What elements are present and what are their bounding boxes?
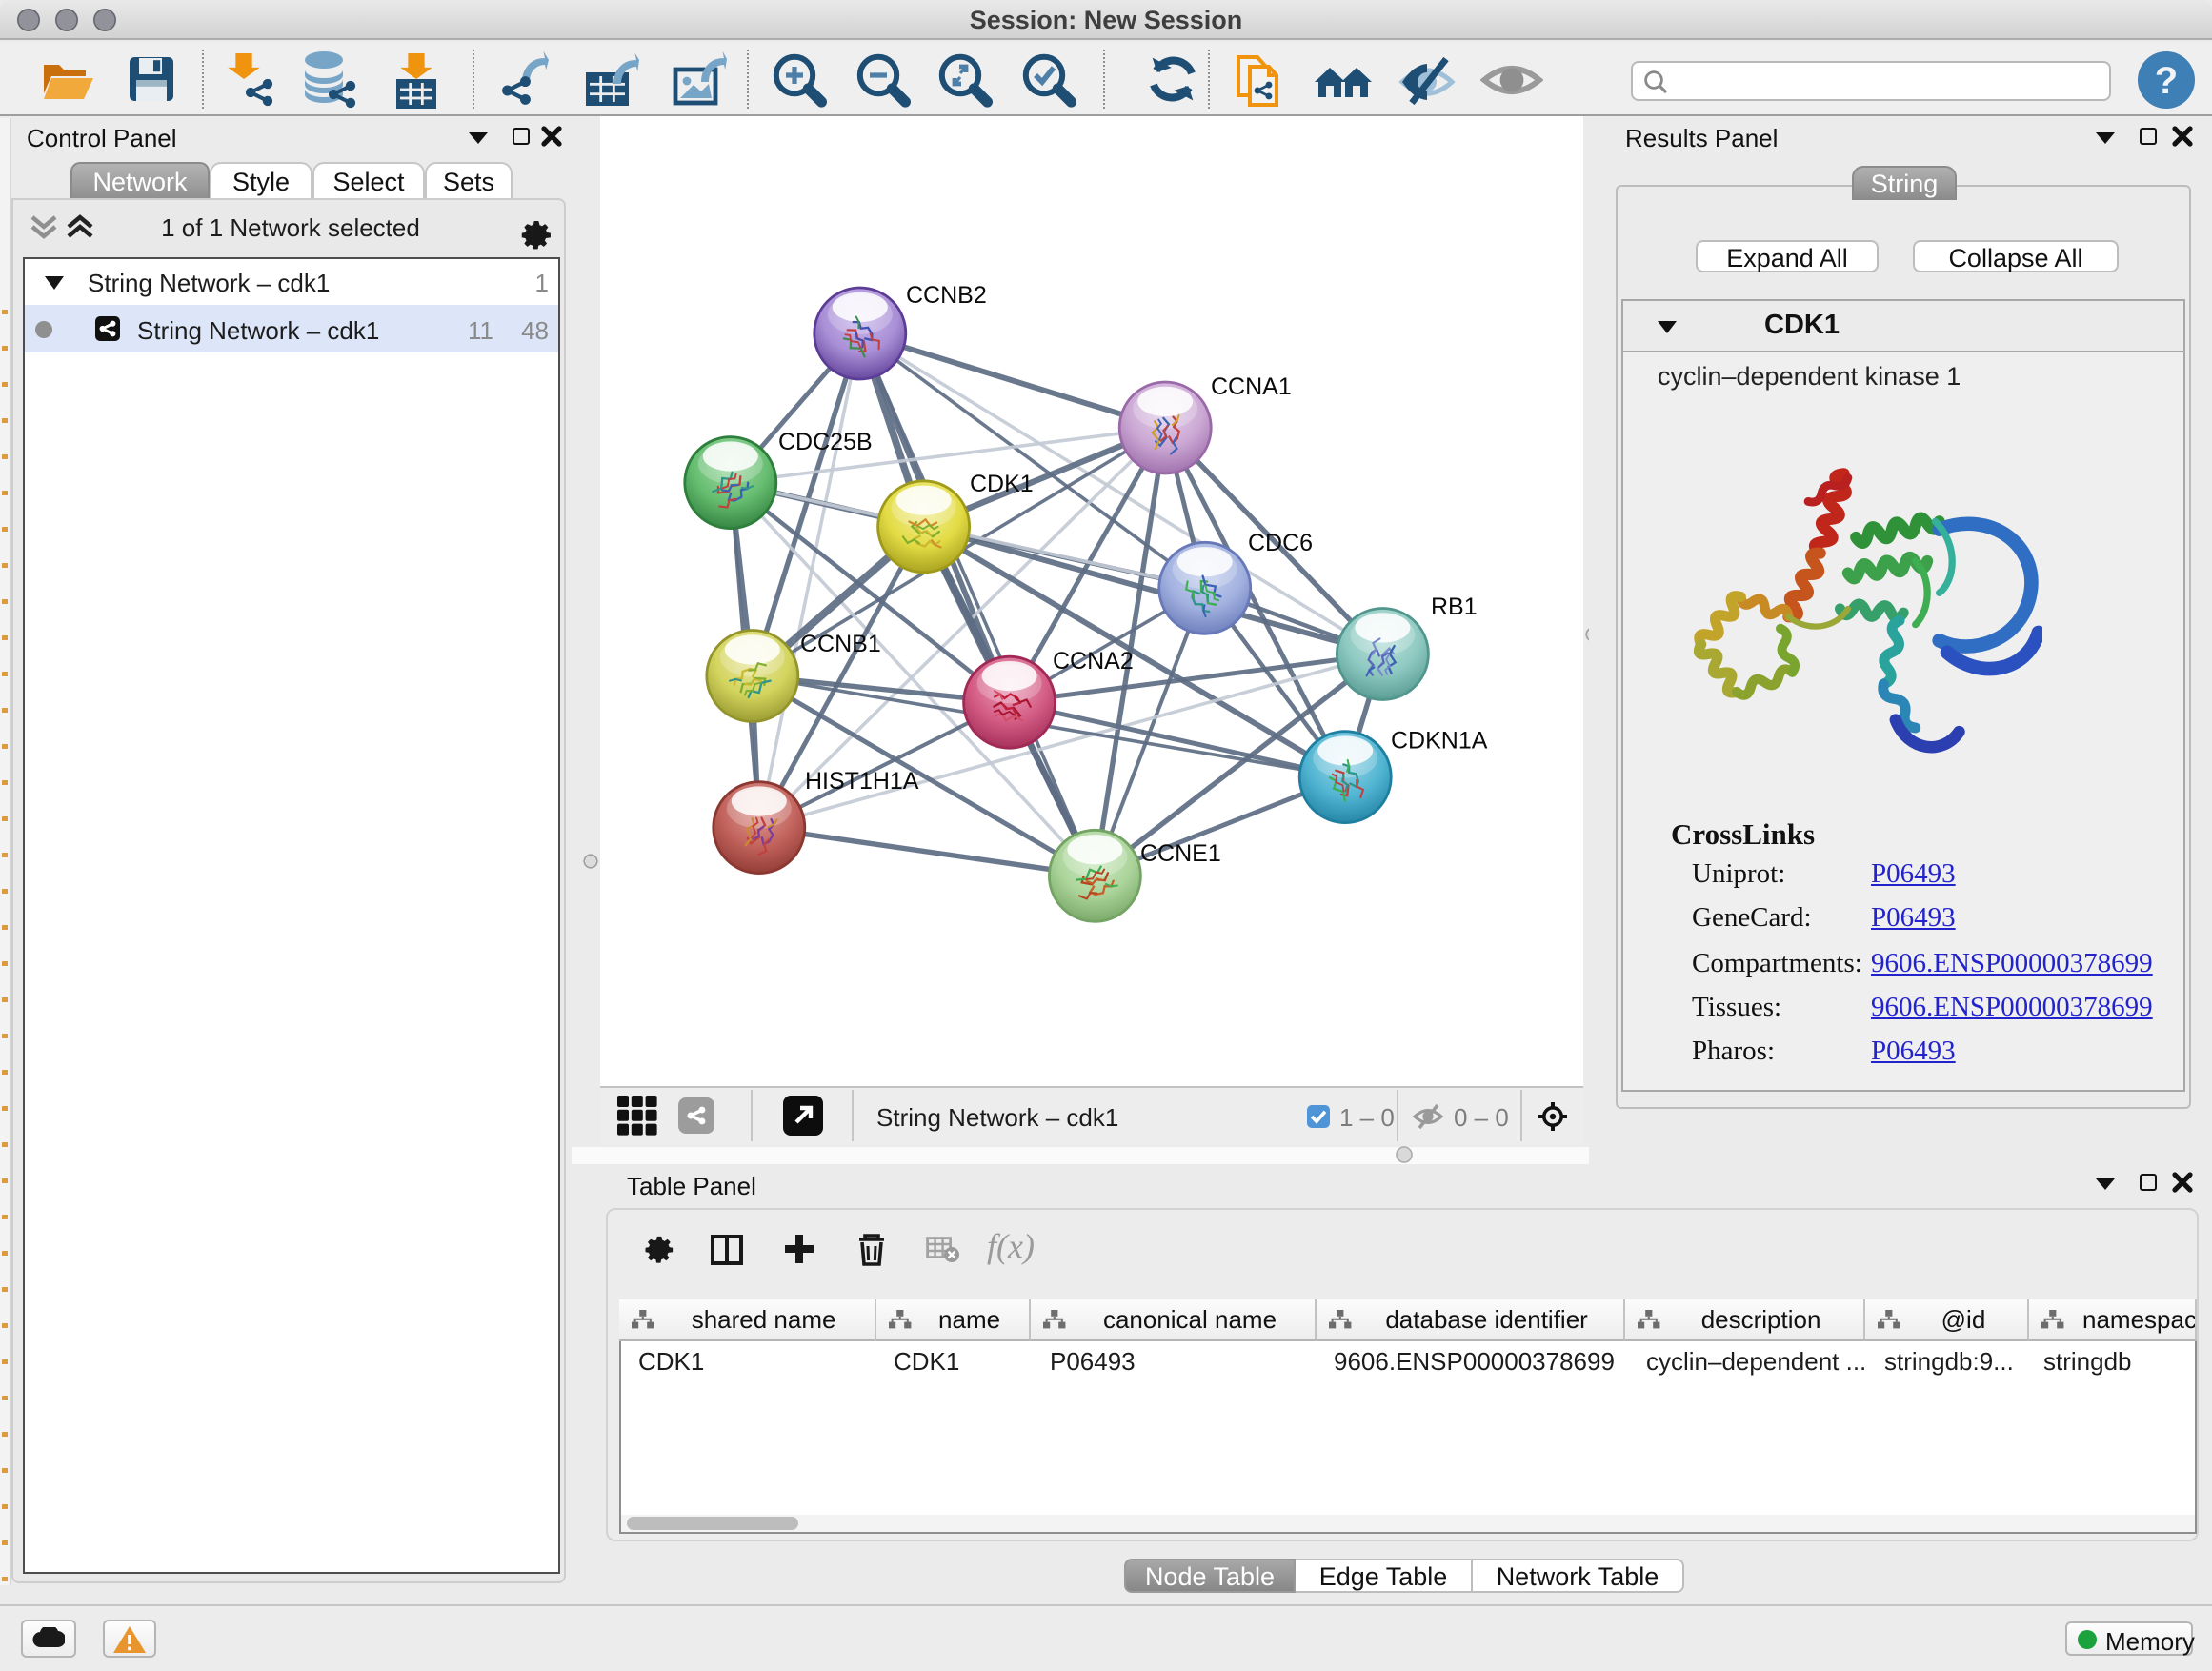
svg-text:RB1: RB1 xyxy=(1431,594,1478,620)
svg-text:HIST1H1A: HIST1H1A xyxy=(805,768,919,795)
svg-text:CDKN1A: CDKN1A xyxy=(1391,727,1488,754)
svg-text:CDC25B: CDC25B xyxy=(778,429,873,455)
svg-text:?: ? xyxy=(2155,60,2178,102)
svg-text:CCNA2: CCNA2 xyxy=(1053,648,1134,674)
svg-text:CDC6: CDC6 xyxy=(1248,530,1313,556)
svg-text:CDK1: CDK1 xyxy=(970,471,1034,497)
svg-text:CCNE1: CCNE1 xyxy=(1140,840,1221,867)
svg-text:CCNB2: CCNB2 xyxy=(906,282,987,309)
svg-text:CCNB1: CCNB1 xyxy=(800,631,881,657)
svg-text:CCNA1: CCNA1 xyxy=(1211,373,1292,400)
